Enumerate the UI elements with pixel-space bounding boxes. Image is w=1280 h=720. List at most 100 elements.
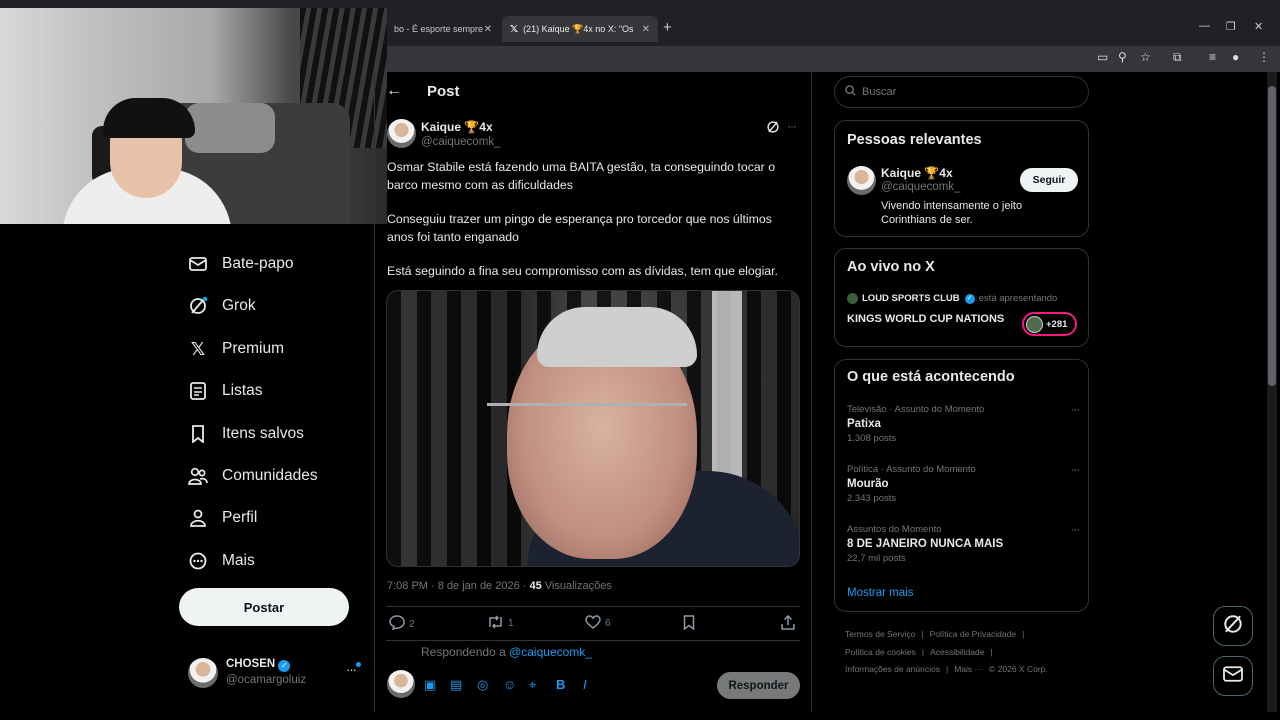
author-avatar[interactable] — [387, 119, 416, 148]
more-icon[interactable]: ··· — [1071, 404, 1080, 416]
zoom-icon[interactable]: ⚲ — [1118, 50, 1127, 64]
nav-label: Grok — [222, 297, 256, 314]
nav-more[interactable]: Mais — [188, 546, 255, 576]
grok-fab-button[interactable] — [1213, 606, 1253, 646]
user-handle[interactable]: @caiquecomk_ — [881, 181, 960, 193]
messages-fab-button[interactable] — [1213, 656, 1253, 696]
communities-icon — [188, 466, 208, 486]
repost-action[interactable]: 1 — [487, 615, 514, 632]
reply-button[interactable]: Responder — [717, 672, 800, 699]
trend-item[interactable]: Televisão · Assunto do Momento Patixa 1.… — [847, 404, 1080, 444]
account-switcher[interactable]: CHOSEN ✓ @ocamargoluiz ··· — [186, 656, 366, 692]
follow-button[interactable]: Seguir — [1020, 168, 1078, 192]
author-handle[interactable]: @caiquecomk_ — [421, 136, 500, 148]
more-icon[interactable]: ··· — [1071, 524, 1080, 536]
nav-profile[interactable]: Perfil — [188, 503, 257, 533]
footer-link[interactable]: Mais ··· — [954, 664, 983, 674]
user-name[interactable]: Kaique 🏆4x — [881, 166, 953, 180]
close-window-icon[interactable]: ✕ — [1254, 20, 1263, 33]
nav-lists[interactable]: Listas — [188, 376, 263, 406]
person-icon — [188, 508, 208, 528]
live-listeners-badge[interactable]: +281 — [1022, 312, 1077, 336]
restore-icon[interactable]: ❐ — [1226, 20, 1236, 33]
post-time[interactable]: 7:08 PM · 8 de jan de 2026 · — [387, 580, 529, 592]
show-more-link[interactable]: Mostrar mais — [847, 587, 913, 599]
back-arrow-icon[interactable]: ← — [386, 82, 402, 100]
trends-card: O que está acontecendo Televisão · Assun… — [834, 359, 1089, 612]
replying-handle[interactable]: @caiquecomk_ — [509, 645, 592, 659]
live-card[interactable]: Ao vivo no X LOUD SPORTS CLUB ✓ está apr… — [834, 248, 1089, 347]
grok-icon[interactable] — [766, 120, 780, 139]
browser-tab-active[interactable]: 𝕏 (21) Kaique 🏆4x no X: "Osmar ✕ — [502, 16, 658, 42]
column-divider — [374, 72, 375, 712]
media-icon[interactable]: ≡ — [1209, 50, 1216, 64]
like-action[interactable]: 6 — [585, 615, 611, 632]
trend-item[interactable]: Assuntos do Momento 8 DE JANEIRO NUNCA M… — [847, 524, 1080, 564]
live-event-title: KINGS WORLD CUP NATIONS — [847, 313, 1005, 325]
verified-icon: ✓ — [964, 293, 975, 304]
browser-tab[interactable]: bo - É esporte sempre ✕ — [386, 16, 500, 42]
footer-link[interactable]: Acessibilidade — [930, 647, 984, 657]
trend-category: Televisão · Assunto do Momento — [847, 404, 985, 415]
nav-label: Premium — [222, 340, 285, 357]
extensions-icon[interactable]: ⧉ — [1173, 50, 1182, 65]
more-icon[interactable]: ··· — [787, 119, 797, 133]
reply-action[interactable]: 2 — [389, 615, 415, 633]
search-input[interactable]: Buscar — [834, 76, 1089, 108]
trend-category: Política · Assunto do Momento — [847, 464, 976, 475]
gif-icon[interactable]: ▤ — [450, 677, 462, 693]
card-title: O que está acontecendo — [847, 369, 1015, 385]
post-meta: 7:08 PM · 8 de jan de 2026 · 45 Visualiz… — [387, 580, 612, 592]
italic-icon[interactable]: I — [583, 677, 587, 692]
bookmark-action[interactable] — [683, 615, 695, 633]
new-tab-icon[interactable]: + — [663, 19, 672, 36]
post-image[interactable] — [386, 290, 800, 567]
listener-avatar — [1026, 315, 1043, 333]
bookmark-icon — [683, 615, 695, 633]
nav-premium[interactable]: 𝕏 Premium — [188, 334, 284, 364]
cast-icon[interactable]: ▭ — [1097, 50, 1108, 64]
nav-chat[interactable]: Bate-papo — [188, 249, 294, 279]
grok-compose-icon[interactable]: ◎ — [477, 677, 488, 693]
post-button[interactable]: Postar — [179, 588, 349, 626]
host-suffix: está apresentando — [978, 293, 1058, 304]
card-title: Ao vivo no X — [847, 259, 935, 275]
search-placeholder: Buscar — [862, 86, 897, 98]
footer-link[interactable]: Política de Privacidade — [930, 629, 1016, 639]
nav-communities[interactable]: Comunidades — [188, 461, 318, 491]
avatar[interactable] — [847, 166, 876, 195]
bold-icon[interactable]: B — [556, 677, 565, 692]
footer-link[interactable]: Termos de Serviço — [845, 629, 915, 639]
relevant-people-card: Pessoas relevantes Kaique 🏆4x @caiquecom… — [834, 120, 1089, 237]
more-icon[interactable]: ··· — [346, 662, 357, 677]
bookmark-star-icon[interactable]: ☆ — [1140, 50, 1151, 64]
tab-close-icon[interactable]: ✕ — [642, 24, 650, 35]
like-count: 6 — [605, 618, 611, 629]
reply-icon — [389, 615, 405, 633]
minimize-icon[interactable]: — — [1199, 20, 1210, 32]
emoji-icon[interactable]: ☺ — [503, 677, 516, 692]
footer-link[interactable]: Política de cookies — [845, 647, 916, 657]
nav-grok[interactable]: Grok — [188, 291, 256, 321]
browser-menu-icon[interactable]: ⋮ — [1258, 50, 1270, 64]
profile-icon[interactable]: ● — [1232, 50, 1239, 64]
nav-saved[interactable]: Itens salvos — [188, 419, 304, 449]
footer-separator: | — [990, 646, 993, 657]
x-logo-icon: 𝕏 — [510, 23, 519, 35]
share-action[interactable] — [781, 614, 795, 633]
nav-label: Bate-papo — [222, 255, 294, 272]
pillow — [185, 103, 275, 153]
copyright: © 2026 X Corp. — [989, 664, 1048, 674]
trend-item[interactable]: Política · Assunto do Momento Mourão 2.3… — [847, 464, 1080, 504]
nav-label: Itens salvos — [222, 425, 304, 442]
scrollbar-thumb[interactable] — [1268, 86, 1276, 386]
author-name[interactable]: Kaique 🏆4x — [421, 120, 493, 134]
tab-close-icon[interactable]: ✕ — [484, 24, 492, 35]
reply-count: 2 — [409, 618, 415, 630]
more-icon[interactable]: ··· — [1071, 464, 1080, 476]
bookmark-icon — [188, 424, 208, 444]
image-icon[interactable]: ▣ — [424, 677, 436, 693]
location-icon[interactable]: ⌖ — [529, 677, 536, 693]
footer-link[interactable]: Informações de anúncios — [845, 664, 940, 674]
footer-separator: | — [921, 629, 924, 639]
